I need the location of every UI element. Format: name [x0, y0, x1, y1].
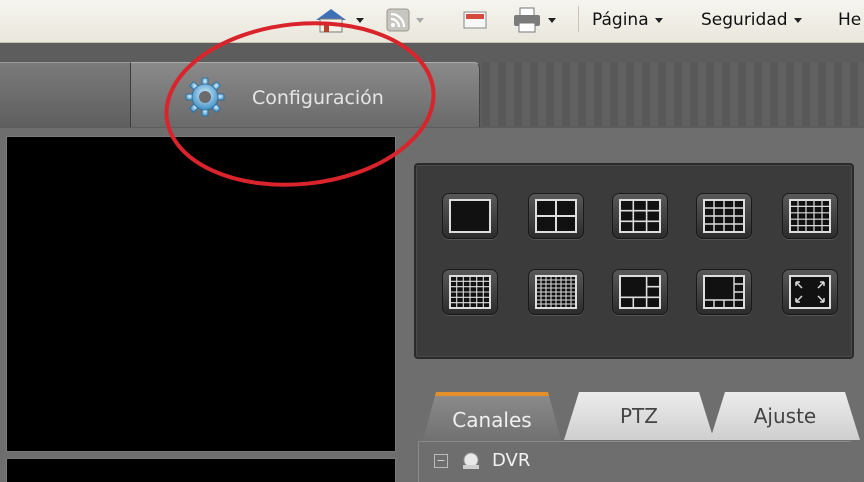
- chevron-down-icon: [416, 17, 424, 23]
- security-menu[interactable]: Seguridad: [701, 8, 802, 32]
- layout-9-icon: [619, 199, 661, 233]
- tab-previous[interactable]: [0, 62, 131, 127]
- tree-node-dvr-label: DVR: [492, 450, 531, 471]
- tab-ajuste[interactable]: Ajuste: [710, 392, 860, 440]
- chevron-down-icon: [548, 17, 556, 23]
- header-stripe: [482, 62, 864, 126]
- layout-1plus7-button[interactable]: [696, 269, 752, 315]
- tab-configuracion-label: Configuración: [252, 87, 384, 109]
- layout-25-icon: [789, 199, 831, 233]
- side-tabs: Ajuste PTZ Canales: [414, 392, 864, 444]
- layout-1plus7-icon: [703, 275, 745, 309]
- mail-button[interactable]: [462, 8, 488, 32]
- layout-1plus5-icon: [619, 275, 661, 309]
- tab-canales[interactable]: Canales: [422, 392, 562, 444]
- tab-ajuste-label: Ajuste: [753, 404, 817, 428]
- home-icon: [316, 9, 346, 33]
- mail-icon: [463, 11, 487, 29]
- rss-icon: [386, 8, 410, 32]
- layout-16-icon: [703, 199, 745, 233]
- layout-1-icon: [449, 199, 491, 233]
- layout-4-icon: [535, 199, 577, 233]
- home-button[interactable]: [312, 8, 364, 33]
- help-menu-label: He: [838, 10, 862, 30]
- tab-ptz[interactable]: PTZ: [564, 392, 714, 440]
- security-menu-label: Seguridad: [701, 10, 788, 30]
- gear-icon: [185, 77, 225, 117]
- main-tabs: Configuración: [0, 62, 480, 128]
- fullscreen-button[interactable]: [782, 269, 838, 315]
- tree-node-dvr[interactable]: − DVR: [434, 450, 530, 471]
- camera-icon: [463, 452, 479, 469]
- printer-icon: [514, 7, 540, 33]
- chevron-down-icon: [793, 17, 802, 23]
- video-pane-1[interactable]: [6, 136, 396, 452]
- layout-4-button[interactable]: [528, 193, 584, 239]
- page-menu-label: Página: [592, 10, 649, 30]
- feeds-button[interactable]: [386, 8, 424, 32]
- layout-36-icon: [449, 275, 491, 309]
- fullscreen-icon: [789, 275, 831, 309]
- video-pane-2[interactable]: [6, 458, 396, 482]
- tab-canales-label: Canales: [452, 408, 532, 432]
- layout-16-button[interactable]: [696, 193, 752, 239]
- layout-64-icon: [535, 275, 577, 309]
- layout-64-button[interactable]: [528, 269, 584, 315]
- browser-command-bar: Página Seguridad He: [0, 0, 864, 43]
- layout-panel: [414, 163, 854, 359]
- print-button[interactable]: [512, 7, 556, 33]
- toolbar-separator: [578, 6, 579, 32]
- tab-ptz-label: PTZ: [620, 404, 658, 428]
- layout-36-button[interactable]: [442, 269, 498, 315]
- tab-configuracion[interactable]: Configuración: [131, 62, 480, 127]
- chevron-down-icon: [356, 17, 364, 23]
- layout-1-button[interactable]: [442, 193, 498, 239]
- layout-25-button[interactable]: [782, 193, 838, 239]
- help-menu[interactable]: He: [838, 8, 861, 32]
- page-menu[interactable]: Página: [592, 8, 663, 32]
- chevron-down-icon: [654, 17, 663, 23]
- layout-1plus5-button[interactable]: [612, 269, 668, 315]
- layout-9-button[interactable]: [612, 193, 668, 239]
- collapse-icon[interactable]: −: [434, 453, 448, 468]
